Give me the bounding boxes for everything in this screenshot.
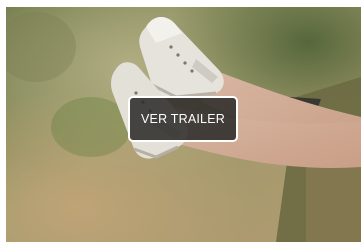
video-card[interactable]: VER TRAILER xyxy=(6,7,361,242)
watch-trailer-button[interactable]: VER TRAILER xyxy=(128,96,238,142)
